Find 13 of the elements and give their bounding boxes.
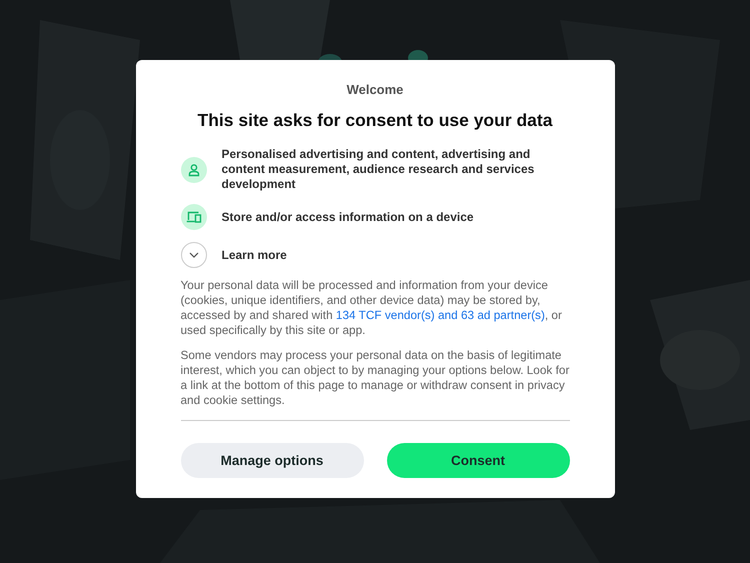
vendors-link[interactable]: 134 TCF vendor(s) and 63 ad partner(s): [336, 308, 545, 322]
consent-button[interactable]: Consent: [386, 443, 570, 478]
purpose-label: Personalised advertising and content, advertising and content measurement, audience research and services development: [222, 147, 536, 192]
devices-icon: [186, 210, 202, 224]
learn-more-toggle[interactable]: Learn more: [180, 242, 287, 268]
dialog-kicker: Welcome: [346, 82, 404, 97]
info-paragraph: Your personal data will be processed and information from your device (cookies, unique identifiers, and other device data) may be stored by, accessed by and shared with 134 TCF vendor(s) and 63 ad partner(s), or used specifically by this site or app.: [180, 278, 563, 338]
chevron-icon: [188, 252, 198, 258]
purpose-label: Store and/or access information on a device: [222, 210, 474, 224]
person-icon: [186, 162, 200, 176]
dialog-title: This site asks for consent to use your data: [196, 110, 554, 131]
info-paragraph: Some vendors may process your personal data on the basis of legitimate interest, which you can object to by managing your options below. Look for a link at the bottom of this page to manage or withdraw consent in privacy and cookie settings.: [180, 348, 570, 408]
manage-options-button[interactable]: Manage options: [180, 443, 364, 478]
